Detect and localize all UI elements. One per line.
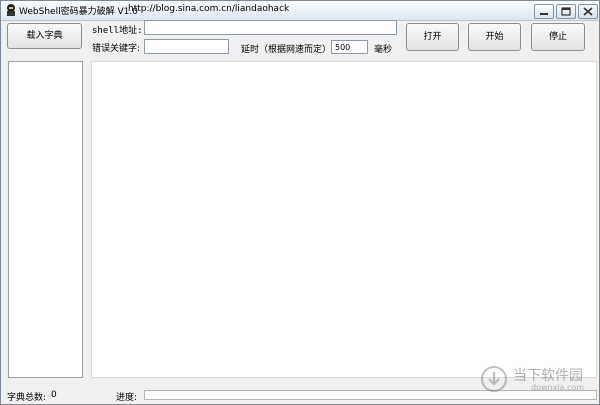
maximize-icon — [561, 7, 571, 16]
delay-unit-label: 毫秒 — [374, 45, 393, 55]
error-keyword-label: 错误关键字: — [92, 44, 141, 54]
shell-url-label: shell地址: — [92, 26, 143, 36]
start-button[interactable]: 开始 — [468, 23, 521, 51]
watermark-sub: downxia.com — [531, 383, 585, 392]
app-window: WebShell密码暴力破解 V1.0 http://blog.sina.com… — [0, 0, 600, 405]
open-button[interactable]: 打开 — [406, 23, 459, 51]
window-url-caption: http://blog.sina.com.cn/liandaohack — [128, 4, 290, 14]
watermark-text: 当下软件园 — [513, 368, 583, 384]
minimize-icon — [540, 13, 548, 15]
dict-count-label: 字典总数: — [7, 393, 47, 403]
error-keyword-input[interactable] — [144, 39, 229, 54]
shell-url-input[interactable] — [144, 20, 397, 35]
watermark: 当下软件园 downxia.com — [479, 364, 594, 394]
delay-label: 延时（根据网速而定）: — [241, 45, 335, 55]
close-icon — [583, 7, 593, 16]
window-title: WebShell密码暴力破解 V1.0 — [19, 7, 138, 17]
delay-input[interactable] — [331, 40, 368, 54]
stop-button[interactable]: 停止 — [531, 23, 585, 51]
close-button[interactable] — [578, 4, 598, 19]
dictionary-list[interactable] — [8, 61, 83, 378]
download-icon — [481, 366, 507, 392]
title-bar: WebShell密码暴力破解 V1.0 http://blog.sina.com… — [1, 1, 599, 21]
load-dictionary-button[interactable]: 载入字典 — [7, 23, 82, 49]
maximize-button[interactable] — [556, 4, 576, 19]
result-output-panel[interactable] — [91, 61, 597, 378]
minimize-button[interactable] — [534, 4, 554, 19]
progress-label: 进度: — [116, 393, 138, 403]
dict-count-value: 0 — [51, 390, 57, 400]
app-icon — [7, 4, 15, 16]
